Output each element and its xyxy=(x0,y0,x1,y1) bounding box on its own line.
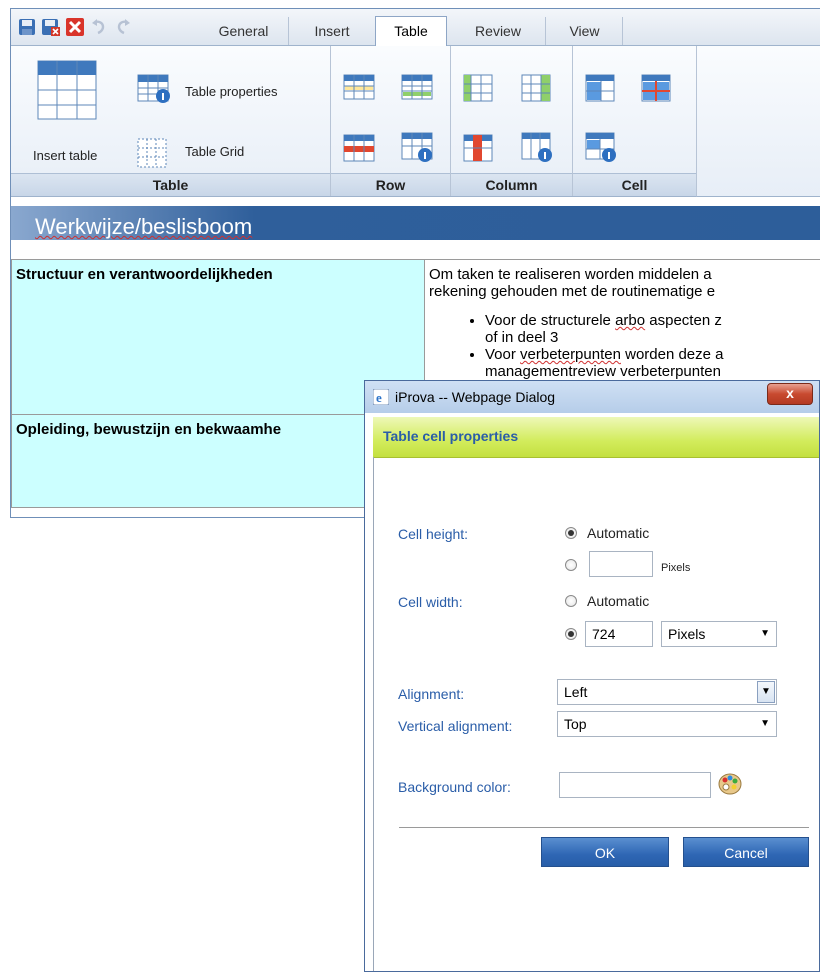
table-cell-label[interactable]: Structuur en verantwoordelijkheden xyxy=(11,259,425,415)
table-grid-label[interactable]: Table Grid xyxy=(185,144,244,159)
insert-table-label[interactable]: Insert table xyxy=(33,148,97,163)
list-item: Voor de structurele arbo aspecten zof in… xyxy=(485,312,816,346)
split-cell-icon[interactable] xyxy=(641,74,673,109)
undo-icon[interactable] xyxy=(89,17,109,37)
cell-height-input[interactable] xyxy=(589,551,653,577)
cancel-button[interactable]: Cancel xyxy=(683,837,809,867)
chevron-down-icon: ▼ xyxy=(760,628,770,639)
table-grid-icon[interactable] xyxy=(137,138,169,175)
section-heading: Werkwijze/beslisboom xyxy=(11,206,820,240)
quick-access-toolbar xyxy=(17,15,133,39)
internet-explorer-icon: e xyxy=(372,388,390,406)
insert-column-right-icon[interactable] xyxy=(521,74,553,109)
delete-column-icon[interactable] xyxy=(463,134,495,169)
list-item: Voor verbeterpunten worden deze amanagem… xyxy=(485,346,816,380)
ribbon-group-row: Row xyxy=(331,46,451,196)
ribbon-group-label-table: Table xyxy=(11,173,330,196)
cell-height-automatic-label[interactable]: Automatic xyxy=(587,525,649,541)
cell-height-pixels-radio[interactable] xyxy=(565,559,577,571)
cell-height-label: Cell height: xyxy=(398,526,469,542)
tab-review[interactable]: Review xyxy=(451,17,546,45)
ribbon-tab-bar: General Insert Table Review View xyxy=(11,9,820,46)
dialog-heading-bar: Table cell properties xyxy=(373,417,819,458)
dialog-title: iProva -- Webpage Dialog xyxy=(395,389,556,405)
insert-column-left-icon[interactable] xyxy=(463,74,495,109)
cell-width-input[interactable] xyxy=(585,621,653,647)
cell-width-label: Cell width: xyxy=(398,594,463,610)
background-color-input[interactable] xyxy=(559,772,711,798)
alignment-label: Alignment: xyxy=(398,686,465,702)
divider xyxy=(399,827,809,828)
dialog-close-button[interactable]: x xyxy=(767,383,813,405)
vertical-alignment-label: Vertical alignment: xyxy=(398,718,513,734)
delete-row-icon[interactable] xyxy=(343,134,377,169)
save-icon[interactable] xyxy=(17,17,37,37)
cell-width-automatic-radio[interactable] xyxy=(565,595,577,607)
ribbon-group-cell: Cell xyxy=(573,46,696,196)
tab-table[interactable]: Table xyxy=(375,16,447,46)
row-properties-icon[interactable] xyxy=(401,132,435,169)
ok-button[interactable]: OK xyxy=(541,837,669,867)
insert-table-icon[interactable] xyxy=(37,60,97,125)
cell-width-automatic-label[interactable]: Automatic xyxy=(587,593,649,609)
table-cell-properties-dialog: e iProva -- Webpage Dialog x Table cell … xyxy=(364,380,820,972)
ribbon-group-column: Column xyxy=(451,46,573,196)
close-icon[interactable] xyxy=(65,17,85,37)
merge-cells-icon[interactable] xyxy=(585,74,617,109)
table-properties-icon[interactable] xyxy=(137,74,171,109)
tab-view[interactable]: View xyxy=(547,17,623,45)
ribbon-empty-area xyxy=(696,46,820,197)
dialog-titlebar[interactable]: e iProva -- Webpage Dialog x xyxy=(365,381,819,413)
chevron-down-icon: ▼ xyxy=(760,718,770,729)
paragraph-line: rekening gehouden met de routinematige e xyxy=(429,283,716,300)
cell-height-unit-label: Pixels xyxy=(661,562,691,574)
ribbon-group-label-row: Row xyxy=(331,173,450,196)
redo-icon[interactable] xyxy=(113,17,133,37)
bullet-list: Voor de structurele arbo aspecten zof in… xyxy=(429,312,816,380)
table-cell-label[interactable]: Opleiding, bewustzijn en bekwaamhe xyxy=(11,414,425,508)
ribbon-group-label-cell: Cell xyxy=(573,173,696,196)
cell-width-unit-select[interactable]: Pixels ▼ xyxy=(661,621,777,647)
paragraph-line: Om taken te realiseren worden middelen a xyxy=(429,266,712,283)
column-properties-icon[interactable] xyxy=(521,132,555,169)
chevron-down-icon: ▼ xyxy=(757,681,775,703)
save-and-close-icon[interactable] xyxy=(41,17,61,37)
dialog-heading: Table cell properties xyxy=(383,428,519,444)
table-properties-label[interactable]: Table properties xyxy=(185,84,278,99)
tab-general[interactable]: General xyxy=(199,17,289,45)
ribbon-group-label-column: Column xyxy=(451,173,572,196)
tab-insert[interactable]: Insert xyxy=(297,17,367,45)
color-palette-icon[interactable] xyxy=(717,771,743,797)
svg-text:e: e xyxy=(376,390,382,405)
alignment-select[interactable]: Left ▼ xyxy=(557,679,777,705)
cell-properties-icon[interactable] xyxy=(585,132,619,169)
cell-width-pixels-radio[interactable] xyxy=(565,628,577,640)
insert-row-below-icon[interactable] xyxy=(401,74,435,107)
cell-height-automatic-radio[interactable] xyxy=(565,527,577,539)
background-color-label: Background color: xyxy=(398,779,511,795)
ribbon-group-table: Insert table Table properties Table Grid… xyxy=(11,46,331,196)
vertical-alignment-select[interactable]: Top ▼ xyxy=(557,711,777,737)
insert-row-above-icon[interactable] xyxy=(343,74,377,107)
ribbon: Insert table Table properties Table Grid… xyxy=(11,46,696,197)
